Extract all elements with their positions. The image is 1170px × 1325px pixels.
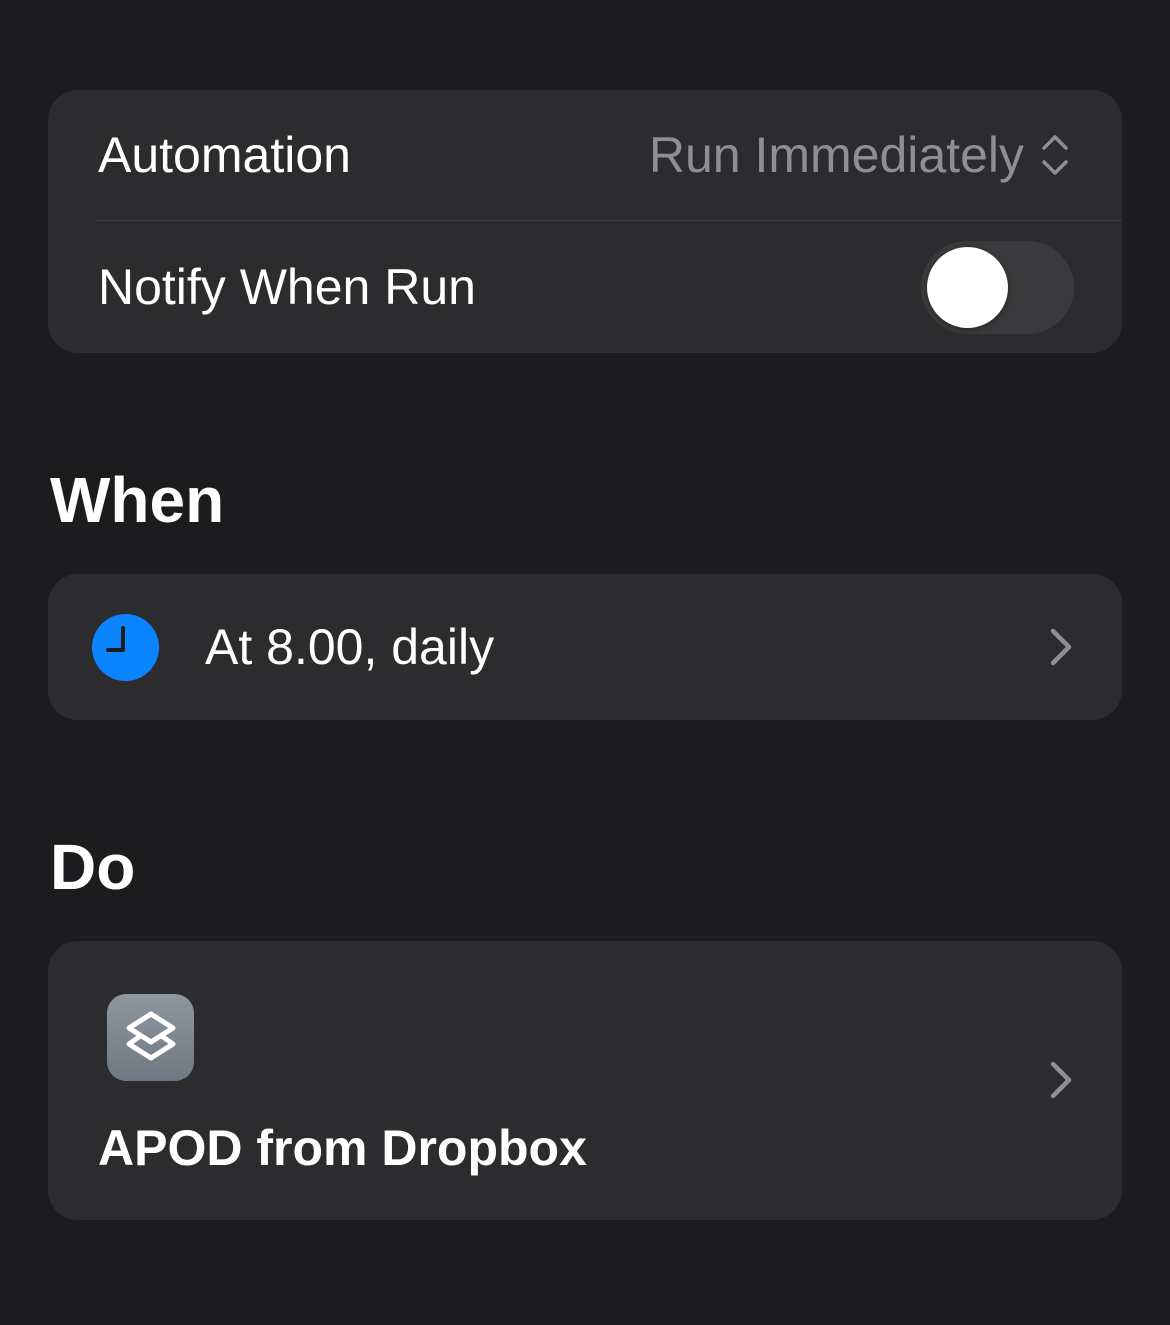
do-section-title: Do (50, 831, 136, 903)
trigger-row[interactable]: At 8.00, daily (48, 574, 1122, 720)
notify-label: Notify When Run (98, 259, 476, 315)
do-shortcut-card[interactable]: APOD from Dropbox (48, 941, 1122, 1220)
trigger-label: At 8.00, daily (205, 619, 495, 675)
clock-icon (92, 613, 159, 681)
automation-mode-value: Run Immediately (648, 127, 1024, 183)
when-section-title: When (50, 464, 225, 536)
toggle-knob (927, 246, 1008, 328)
notify-toggle[interactable] (921, 240, 1074, 334)
shortcut-name: APOD from Dropbox (98, 1120, 587, 1176)
automation-settings-card: Automation Run Immediately Notify When R… (48, 90, 1122, 353)
automation-label: Automation (98, 127, 351, 183)
automation-mode-popup[interactable]: Run Immediately (649, 126, 1070, 184)
automation-row[interactable]: Automation Run Immediately (48, 90, 1122, 220)
when-trigger-card[interactable]: At 8.00, daily (48, 574, 1122, 720)
chevron-right-icon (1050, 1061, 1072, 1099)
notify-row: Notify When Run (48, 221, 1122, 353)
up-down-chevron-icon (1042, 135, 1068, 175)
shortcuts-icon (107, 994, 194, 1081)
chevron-right-icon (1050, 628, 1072, 666)
